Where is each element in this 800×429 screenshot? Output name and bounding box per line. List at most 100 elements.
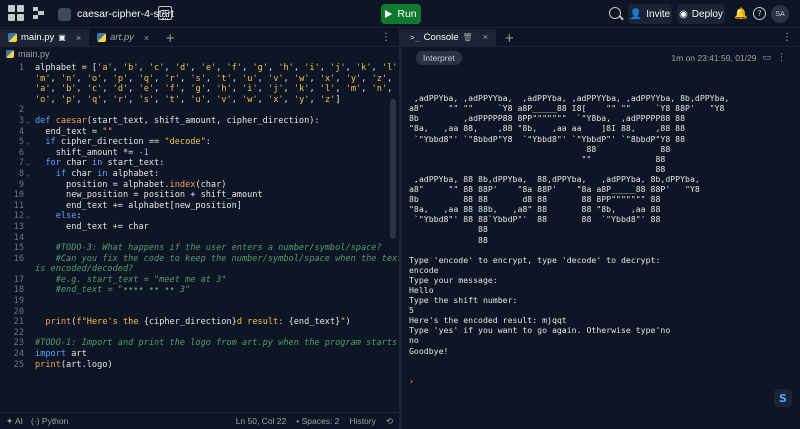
code-line[interactable]: 'm', 'n', 'o', 'p', 'q', 'r', 's', 't', … bbox=[0, 74, 399, 85]
code-line[interactable]: 3 ⌄ def caesar(start_text, shift_amount, c… bbox=[0, 116, 399, 127]
editor-scrollbar[interactable] bbox=[390, 99, 396, 239]
history-icon[interactable]: ⟲ bbox=[386, 416, 393, 427]
code-line[interactable]: 18 #end_text = "•••• •• •• 3" bbox=[0, 285, 399, 296]
code-text: #end_text = "•••• •• •• 3" bbox=[55, 285, 191, 296]
bell-icon[interactable]: 🔔 bbox=[734, 7, 748, 20]
editor-status-bar: ✦ AI (·) Python Ln 50, Col 22 • Spaces: … bbox=[0, 412, 399, 429]
cursor-position[interactable]: Ln 50, Col 22 bbox=[236, 416, 287, 427]
code-line[interactable]: 9 position = alphabet.index(char) bbox=[0, 180, 399, 191]
line-number: 22 bbox=[13, 327, 24, 338]
more-icon[interactable]: ⋮ bbox=[777, 53, 786, 63]
interpret-button[interactable]: Interpret bbox=[416, 51, 462, 65]
user-avatar[interactable]: SA bbox=[771, 5, 789, 23]
code-text: print(f"Here's the {cipher_direction}d r… bbox=[45, 317, 351, 328]
code-line[interactable]: 1 alphabet = ['a', 'b', 'c', 'd', 'e', 'f… bbox=[0, 63, 399, 74]
line-number: 8 bbox=[18, 168, 24, 179]
line-number: 12 bbox=[13, 211, 24, 222]
code-line[interactable]: 24 import art bbox=[0, 349, 399, 360]
apps-grid-icon[interactable] bbox=[8, 5, 24, 21]
tv-icon[interactable]: ▭ bbox=[762, 53, 771, 63]
line-number: 6 bbox=[18, 147, 24, 158]
new-tab-icon[interactable]: + bbox=[157, 29, 183, 46]
assistant-icon[interactable]: S bbox=[774, 389, 792, 407]
deploy-button[interactable]: ◉ Deploy bbox=[677, 4, 725, 24]
trash-icon[interactable]: 🗑 bbox=[463, 33, 473, 42]
code-text: alphabet = ['a', 'b', 'c', 'd', 'e', 'f'… bbox=[35, 63, 399, 73]
run-button[interactable]: Run bbox=[381, 4, 421, 24]
console-output-text: ,adPPYba, ,adPPYYba, ,adPPYba, ,adPPYYba… bbox=[409, 93, 730, 356]
code-line[interactable]: 8 ⌄ if char in alphabet: bbox=[0, 169, 399, 180]
code-text: def caesar(start_text, shift_amount, cip… bbox=[35, 115, 320, 126]
code-line[interactable]: 13 end_text += char bbox=[0, 222, 399, 233]
search-icon[interactable] bbox=[609, 7, 621, 19]
language-indicator[interactable]: (·) Python bbox=[31, 416, 68, 426]
fold-chevron-icon[interactable]: ⌄ bbox=[26, 158, 30, 169]
close-icon[interactable]: × bbox=[144, 33, 149, 43]
code-text: is encoded/decoded? bbox=[35, 264, 134, 275]
code-text: #TODO-3: What happens if the user enters… bbox=[55, 243, 382, 254]
console-tabs: >_ Console 🗑 × + ⋮ bbox=[402, 29, 800, 47]
code-line[interactable]: 'o', 'p', 'q', 'r', 's', 't', 'u', 'v', … bbox=[0, 95, 399, 106]
more-options-icon[interactable]: ⋮ bbox=[373, 29, 399, 46]
code-line[interactable]: 6 shift_amount *= -1 bbox=[0, 148, 399, 159]
breadcrumb-file[interactable]: main.py bbox=[18, 49, 50, 59]
console-output[interactable]: ,adPPYba, ,adPPYYba, ,adPPYba, ,adPPYYba… bbox=[409, 73, 794, 406]
code-line[interactable]: 15 #TODO-3: What happens if the user ent… bbox=[0, 243, 399, 254]
tab-main-py[interactable]: main.py ▣ × bbox=[0, 29, 90, 46]
code-line[interactable]: 'a', 'b', 'c', 'd', 'e', 'f', 'g', 'h', … bbox=[0, 84, 399, 95]
line-number: 5 bbox=[18, 137, 24, 148]
code-text: end_text += char bbox=[35, 221, 149, 232]
fold-chevron-icon[interactable]: ⌄ bbox=[26, 137, 30, 148]
code-line[interactable]: 4 end_text = "" bbox=[0, 127, 399, 138]
code-line[interactable]: 17 #e.g. start_text = "meet me at 3" bbox=[0, 275, 399, 286]
fold-chevron-icon[interactable]: ⌄ bbox=[26, 211, 30, 222]
tab-art-py[interactable]: art.py × bbox=[89, 29, 157, 46]
code-editor[interactable]: 1 alphabet = ['a', 'b', 'c', 'd', 'e', 'f… bbox=[0, 63, 399, 411]
code-line[interactable]: 16 #Can you fix the code to keep the num… bbox=[0, 254, 399, 265]
code-text: else: bbox=[55, 211, 82, 222]
close-icon[interactable]: × bbox=[76, 33, 81, 43]
indent-setting[interactable]: • Spaces: 2 bbox=[296, 416, 339, 427]
code-line[interactable]: 21 print(f"Here's the {cipher_direction}… bbox=[0, 317, 399, 328]
code-line[interactable]: 23 #TODO-1: Import and print the logo fro… bbox=[0, 338, 399, 349]
calendar-icon[interactable] bbox=[158, 6, 172, 20]
close-icon[interactable]: × bbox=[483, 32, 489, 43]
line-number: 14 bbox=[13, 232, 24, 243]
code-line[interactable]: 12 ⌄ else: bbox=[0, 211, 399, 222]
editor-tabs: main.py ▣ × art.py × + ⋮ bbox=[0, 29, 399, 47]
split-icon[interactable]: ▣ bbox=[58, 33, 66, 42]
console-prompt[interactable]: › bbox=[409, 376, 794, 386]
tab-label: main.py bbox=[21, 32, 55, 43]
invite-button[interactable]: 👤 Invite bbox=[628, 4, 672, 24]
fold-chevron-icon[interactable]: ⌄ bbox=[26, 116, 30, 127]
line-number: 19 bbox=[13, 296, 24, 307]
history-button[interactable]: History bbox=[349, 416, 375, 427]
code-line[interactable]: 19 bbox=[0, 296, 399, 307]
python-file-icon bbox=[8, 33, 17, 42]
code-line[interactable]: 25 print(art.logo) bbox=[0, 360, 399, 371]
code-line[interactable]: 14 bbox=[0, 233, 399, 244]
new-tab-icon[interactable]: + bbox=[496, 29, 522, 46]
line-number: 9 bbox=[18, 179, 24, 190]
code-line[interactable]: 20 bbox=[0, 307, 399, 318]
more-options-icon[interactable]: ⋮ bbox=[774, 29, 800, 46]
help-icon[interactable]: ? bbox=[753, 7, 766, 20]
line-number: 2 bbox=[18, 105, 24, 116]
line-number: 24 bbox=[13, 349, 24, 360]
code-text: if cipher_direction == "decode": bbox=[45, 137, 211, 148]
code-line[interactable]: 7 ⌄ for char in start_text: bbox=[0, 158, 399, 169]
code-line[interactable]: 5 ⌄ if cipher_direction == "decode": bbox=[0, 137, 399, 148]
code-text: #Can you fix the code to keep the number… bbox=[55, 253, 399, 264]
line-number: 18 bbox=[13, 285, 24, 296]
console-toolbar: Interpret 1m on 23:41:59, 01/29 ▭ ⋮ bbox=[402, 47, 800, 69]
code-line[interactable]: 2 bbox=[0, 105, 399, 116]
ai-toggle[interactable]: ✦ AI bbox=[6, 416, 23, 427]
code-line[interactable]: 22 bbox=[0, 328, 399, 339]
fold-chevron-icon[interactable]: ⌄ bbox=[26, 169, 30, 180]
code-line[interactable]: 10 new_position = position + shift_amoun… bbox=[0, 190, 399, 201]
replit-logo-icon[interactable] bbox=[32, 6, 46, 20]
code-line[interactable]: 11 end_text += alphabet[new_position] bbox=[0, 201, 399, 212]
tab-console[interactable]: >_ Console 🗑 × bbox=[402, 29, 497, 46]
code-text: end_text = "" bbox=[35, 126, 113, 137]
code-line[interactable]: is encoded/decoded? bbox=[0, 264, 399, 275]
